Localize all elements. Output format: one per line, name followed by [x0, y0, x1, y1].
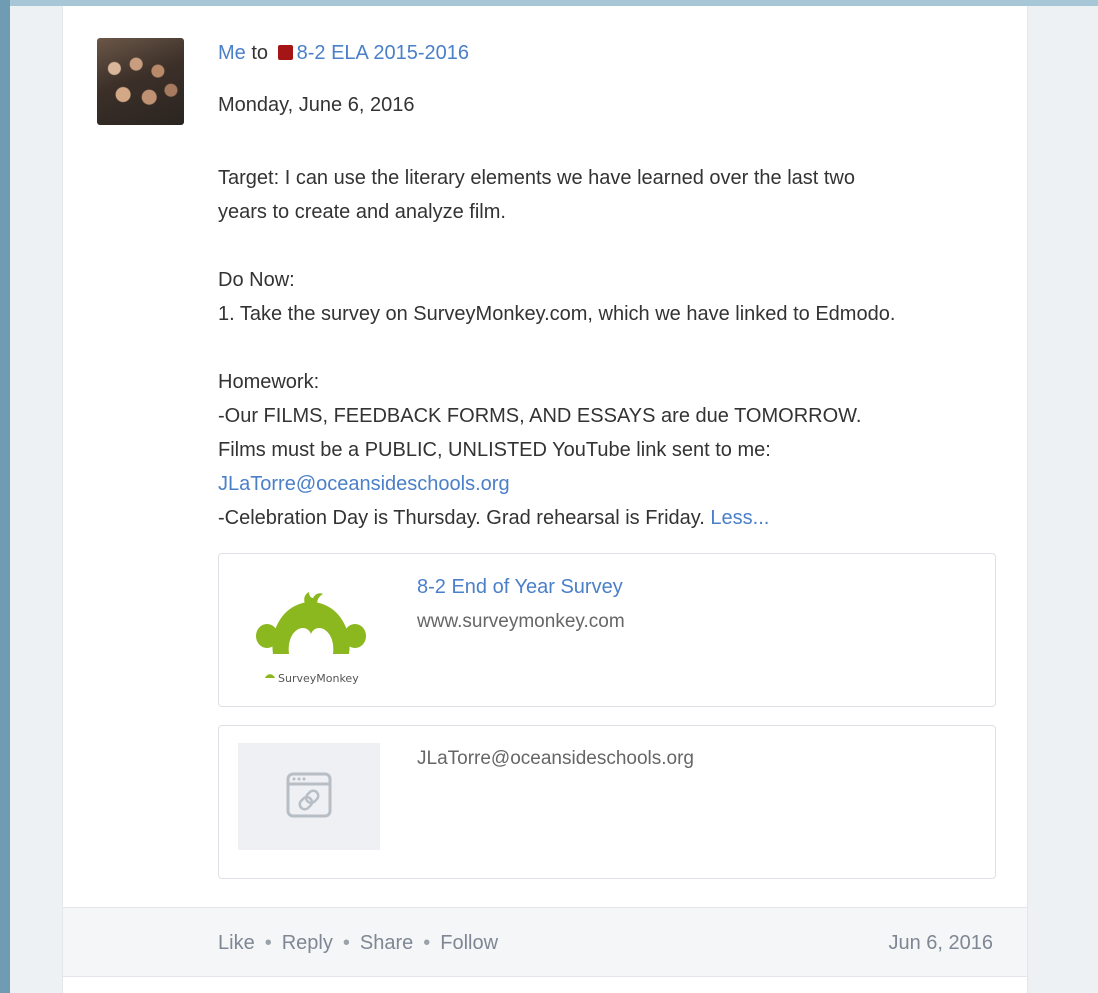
link-page-icon	[286, 772, 332, 818]
do-now-heading: Do Now:	[218, 269, 295, 291]
share-button[interactable]: Share	[360, 932, 413, 954]
window-left-edge	[0, 0, 10, 993]
surveymonkey-logo: SurveyMonkey	[256, 592, 366, 685]
body-line-last: -Celebration Day is Thursday. Grad rehea…	[218, 501, 1008, 535]
email-link[interactable]: JLaTorre@oceansideschools.org	[218, 467, 1008, 501]
attachment-card-link[interactable]: JLaTorre@oceansideschools.org	[218, 725, 996, 879]
attachment-url: www.surveymonkey.com	[417, 611, 625, 632]
post-footer: Like • Reply • Share • Follow Jun 6, 2016	[63, 907, 1027, 977]
separator-dot: •	[264, 932, 272, 954]
link-thumbnail	[238, 743, 380, 850]
body-line: Target: I can use the literary elements …	[218, 167, 856, 189]
separator-dot: •	[423, 932, 431, 954]
body-line: years to create and analyze film.	[218, 201, 506, 223]
attachment-title[interactable]: 8-2 End of Year Survey	[417, 576, 623, 599]
like-button[interactable]: Like	[218, 932, 255, 954]
body-line: 1. Take the survey on SurveyMonkey.com, …	[218, 303, 896, 325]
surveymonkey-logo-text: SurveyMonkey	[278, 672, 359, 685]
follow-button[interactable]: Follow	[440, 932, 498, 954]
group-color-icon	[277, 45, 293, 60]
attachment-card-survey[interactable]: SurveyMonkey 8-2 End of Year Survey www.…	[218, 553, 996, 707]
separator-dot: •	[342, 932, 350, 954]
post-actions: Like • Reply • Share • Follow	[218, 932, 498, 955]
to-label: to	[251, 42, 269, 64]
author-link[interactable]: Me	[218, 42, 246, 64]
less-link[interactable]: Less...	[710, 507, 769, 529]
group-link[interactable]: 8-2 ELA 2015-2016	[297, 42, 469, 64]
post-date-heading: Monday, June 6, 2016	[218, 94, 415, 116]
reply-button[interactable]: Reply	[282, 932, 333, 954]
attachment-title[interactable]: JLaTorre@oceansideschools.org	[417, 748, 694, 770]
body-line: -Our FILMS, FEEDBACK FORMS, AND ESSAYS a…	[218, 405, 862, 427]
author-avatar[interactable]	[97, 38, 184, 125]
post-body: Target: I can use the literary elements …	[218, 161, 1008, 535]
homework-heading: Homework:	[218, 371, 320, 393]
body-line: Films must be a PUBLIC, UNLISTED YouTube…	[218, 439, 771, 461]
post-timestamp: Jun 6, 2016	[888, 932, 993, 954]
post-card: Me to 8-2 ELA 2015-2016 Monday, June 6, …	[62, 6, 1028, 993]
post-header: Me to 8-2 ELA 2015-2016	[218, 42, 469, 65]
body-line-text: -Celebration Day is Thursday. Grad rehea…	[218, 507, 705, 529]
